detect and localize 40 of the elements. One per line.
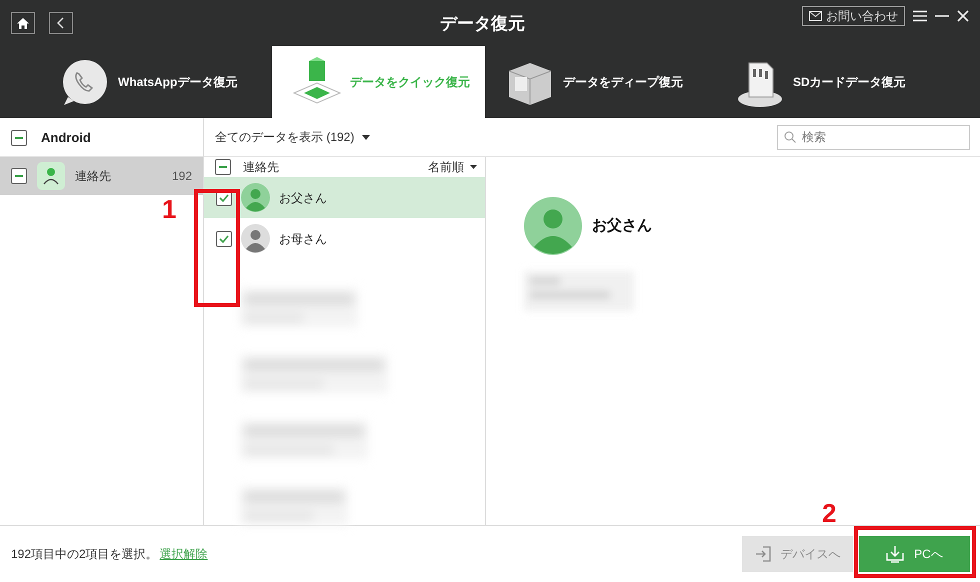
avatar-icon: [241, 224, 270, 254]
close-icon[interactable]: [957, 10, 969, 22]
mail-icon: [809, 11, 822, 21]
step-number: 1: [162, 196, 176, 222]
avatar-icon: [524, 197, 582, 255]
window-title: データ復元: [440, 13, 525, 35]
contact-row[interactable]: お父さん: [204, 177, 485, 218]
checkbox[interactable]: [11, 130, 27, 146]
column-header: 連絡先: [243, 159, 279, 176]
download-icon: [886, 545, 904, 563]
menu-icon[interactable]: [913, 10, 927, 22]
checkbox[interactable]: [11, 168, 27, 184]
check-icon: [219, 234, 229, 243]
step-number: 2: [822, 500, 836, 526]
sidebar-item[interactable]: 連絡先 192: [0, 157, 203, 195]
filter-dropdown[interactable]: 全てのデータを表示 (192): [215, 128, 370, 146]
home-icon: [17, 18, 29, 28]
back-button[interactable]: [49, 12, 73, 34]
check-icon: [219, 194, 229, 202]
device-button: デバイスへ: [742, 536, 853, 572]
search-field[interactable]: 検索: [777, 124, 970, 150]
contact-name: お父さん: [592, 216, 652, 236]
tab[interactable]: データをディープ復元: [485, 46, 715, 118]
status-text: 192項目中の2項目を選択。: [11, 546, 158, 563]
contact-icon: [37, 162, 65, 190]
home-button[interactable]: [11, 12, 35, 34]
caret-icon: [362, 134, 370, 140]
back-icon: [57, 17, 65, 29]
sort-dropdown[interactable]: 名前順: [428, 158, 477, 176]
contact-row[interactable]: お母さん: [204, 218, 485, 259]
checkbox[interactable]: [216, 230, 232, 247]
export-icon: [754, 546, 770, 562]
device-name: Android: [41, 129, 91, 148]
checkbox[interactable]: [215, 159, 231, 176]
tab[interactable]: WhatsAppデータ復元: [0, 46, 272, 118]
caret-icon: [470, 165, 477, 170]
tab[interactable]: SDカードデータ復元: [715, 46, 930, 118]
search-icon: [784, 130, 796, 142]
contact-button[interactable]: お問い合わせ: [802, 6, 905, 26]
avatar-icon: [241, 183, 270, 212]
